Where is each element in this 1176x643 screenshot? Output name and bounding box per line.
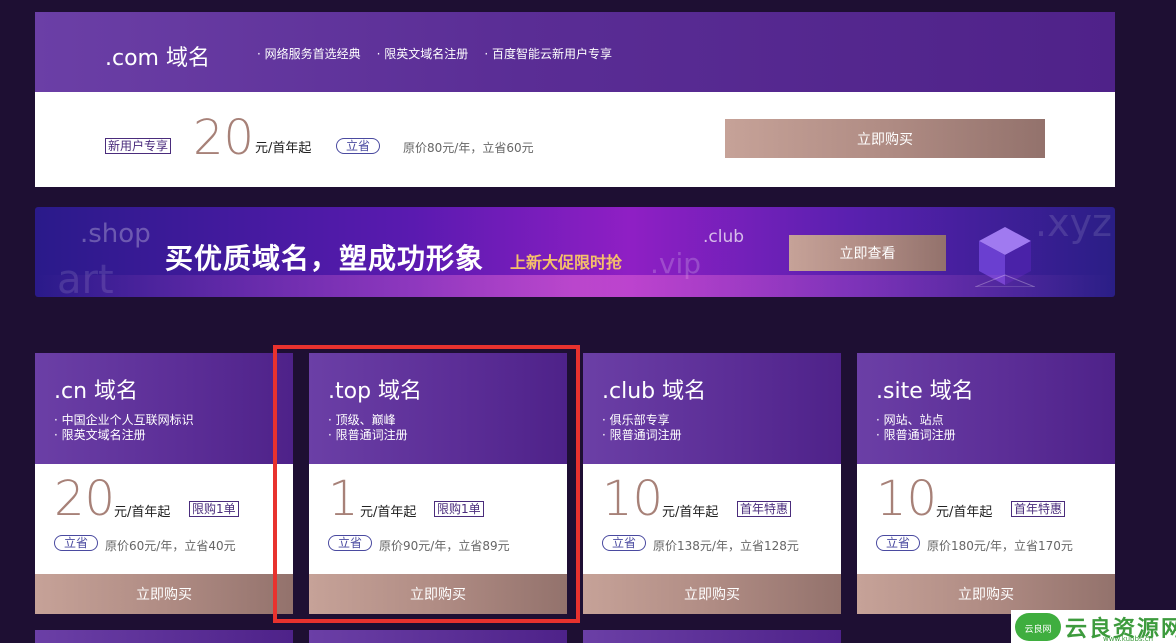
card-original-price: 原价60元/年，立省40元 <box>105 539 236 553</box>
banner-title: 买优质域名，塑成功形象 <box>165 242 485 275</box>
ghost-text: .vip <box>650 247 702 280</box>
com-domain-features: 网络服务首选经典 限英文域名注册 百度智能云新用户专享 <box>257 45 612 62</box>
card-price-unit: 元/首年起 <box>114 505 171 520</box>
next-row-card <box>309 630 567 643</box>
card-buy-button[interactable]: 立即购买 <box>309 574 567 614</box>
card-price: 10 <box>876 471 938 527</box>
banner-subtitle: 上新大促限时抢 <box>510 253 623 272</box>
card-save-pill: 立省 <box>328 535 373 551</box>
com-feature: 网络服务首选经典 <box>257 45 361 62</box>
domain-card-top: .top 域名 顶级、巅峰 限普通词注册 1 元/首年起 限购1单 立省 原价9… <box>309 353 567 614</box>
com-save-pill: 立省 <box>336 138 381 154</box>
card-original-price: 原价180元/年，立省170元 <box>927 539 1073 553</box>
card-badge: 首年特惠 <box>737 501 792 517</box>
card-price-unit: 元/首年起 <box>662 505 719 520</box>
card-feature: 限普通词注册 <box>328 426 408 443</box>
watermark: 云良网 云良资源网 www.kubbs.cn <box>1011 610 1176 643</box>
card-price: 20 <box>54 471 116 527</box>
com-domain-title: .com 域名 <box>105 46 210 71</box>
card-save-pill: 立省 <box>602 535 647 551</box>
card-original-price: 原价90元/年，立省89元 <box>379 539 510 553</box>
com-price: 20 <box>193 110 255 166</box>
domain-card-site: .site 域名 网站、站点 限普通词注册 10 元/首年起 首年特惠 立省 原… <box>857 353 1115 614</box>
com-domain-header: .com 域名 网络服务首选经典 限英文域名注册 百度智能云新用户专享 <box>35 12 1115 92</box>
com-original-price: 原价80元/年，立省60元 <box>403 141 534 155</box>
com-domain-body: 新用户专享 20 元/首年起 立省 原价80元/年，立省60元 立即购买 <box>35 92 1115 187</box>
next-row-card <box>583 630 841 643</box>
card-buy-button[interactable]: 立即购买 <box>857 574 1115 614</box>
cloud-logo-icon: 云良网 <box>1015 613 1061 641</box>
card-title: .top 域名 <box>328 379 423 404</box>
card-feature: 限普通词注册 <box>602 426 682 443</box>
com-feature: 限英文域名注册 <box>377 45 468 62</box>
promo-banner[interactable]: .shop art .vip .club .xyz 买优质域名，塑成功形象 上新… <box>35 207 1115 297</box>
card-price: 10 <box>602 471 664 527</box>
card-header: .site 域名 网站、站点 限普通词注册 <box>857 353 1115 464</box>
watermark-url: www.kubbs.cn <box>1103 635 1154 643</box>
card-save-pill: 立省 <box>54 535 99 551</box>
card-title: .site 域名 <box>876 379 974 404</box>
cube-icon <box>975 227 1035 287</box>
ghost-text: .club <box>703 227 745 247</box>
card-badge: 限购1单 <box>189 501 239 517</box>
card-price-unit: 元/首年起 <box>360 505 417 520</box>
card-feature: 限普通词注册 <box>876 426 956 443</box>
com-buy-button[interactable]: 立即购买 <box>725 119 1045 158</box>
com-domain-card: .com 域名 网络服务首选经典 限英文域名注册 百度智能云新用户专享 新用户专… <box>35 12 1115 187</box>
card-save-pill: 立省 <box>876 535 921 551</box>
card-price: 1 <box>328 471 359 527</box>
com-price-unit: 元/首年起 <box>255 141 312 156</box>
card-original-price: 原价138元/年，立省128元 <box>653 539 799 553</box>
view-now-button[interactable]: 立即查看 <box>789 235 946 271</box>
domain-card-club: .club 域名 俱乐部专享 限普通词注册 10 元/首年起 首年特惠 立省 原… <box>583 353 841 614</box>
card-buy-button[interactable]: 立即购买 <box>35 574 293 614</box>
com-feature: 百度智能云新用户专享 <box>484 45 612 62</box>
next-row-card <box>35 630 293 643</box>
card-price-unit: 元/首年起 <box>936 505 993 520</box>
card-badge: 首年特惠 <box>1011 501 1066 517</box>
new-user-badge: 新用户专享 <box>105 138 172 154</box>
domain-card-cn: .cn 域名 中国企业个人互联网标识 限英文域名注册 20 元/首年起 限购1单… <box>35 353 293 614</box>
ghost-text: .shop <box>80 219 151 249</box>
card-badge: 限购1单 <box>434 501 484 517</box>
ghost-text: .xyz <box>1035 207 1113 245</box>
card-feature: 限英文域名注册 <box>54 426 146 443</box>
card-title: .cn 域名 <box>54 379 139 404</box>
ghost-text: art <box>57 257 114 297</box>
card-header: .cn 域名 中国企业个人互联网标识 限英文域名注册 <box>35 353 293 464</box>
card-header: .top 域名 顶级、巅峰 限普通词注册 <box>309 353 567 464</box>
card-header: .club 域名 俱乐部专享 限普通词注册 <box>583 353 841 464</box>
card-buy-button[interactable]: 立即购买 <box>583 574 841 614</box>
card-title: .club 域名 <box>602 379 707 404</box>
